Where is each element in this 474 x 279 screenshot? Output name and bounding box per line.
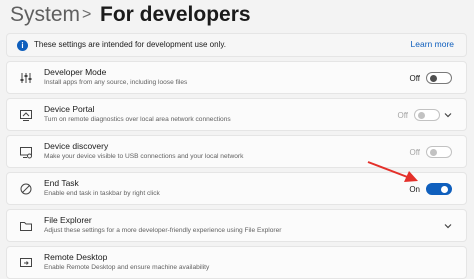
developer-mode-toggle[interactable] bbox=[426, 72, 452, 84]
toggle-state-label: Off bbox=[409, 73, 420, 83]
row-subtitle: Adjust these settings for a more develop… bbox=[44, 227, 282, 234]
file-explorer-row[interactable]: File Explorer Adjust these settings for … bbox=[6, 209, 467, 242]
info-icon: i bbox=[17, 40, 28, 51]
device-discovery-toggle[interactable] bbox=[426, 146, 452, 158]
header: System > For developers bbox=[0, 0, 474, 30]
breadcrumb-system[interactable]: System bbox=[10, 3, 80, 27]
row-title: Developer Mode bbox=[44, 67, 107, 77]
device-discovery-icon bbox=[20, 147, 32, 159]
chevron-down-icon[interactable] bbox=[442, 109, 454, 121]
row-subtitle: Turn on remote diagnostics over local ar… bbox=[44, 116, 231, 123]
breadcrumb-separator: > bbox=[82, 6, 92, 23]
row-title: End Task bbox=[44, 178, 79, 188]
toggle-knob bbox=[441, 186, 448, 193]
page-title: For developers bbox=[100, 3, 251, 26]
row-subtitle: Make your device visible to USB connecti… bbox=[44, 153, 244, 160]
toggle-knob bbox=[430, 149, 437, 156]
info-text: These settings are intended for developm… bbox=[34, 40, 226, 49]
developer-mode-toggle-group: Off bbox=[409, 72, 452, 84]
info-banner: i These settings are intended for develo… bbox=[6, 33, 467, 57]
remote-desktop-row[interactable]: Remote Desktop Enable Remote Desktop and… bbox=[6, 246, 467, 279]
device-portal-icon bbox=[20, 110, 32, 121]
end-task-toggle[interactable] bbox=[426, 183, 452, 195]
end-task-icon bbox=[20, 183, 32, 195]
developer-mode-icon bbox=[20, 73, 32, 83]
chevron-down-icon[interactable] bbox=[442, 220, 454, 232]
toggle-state-label: Off bbox=[409, 147, 420, 157]
toggle-knob bbox=[418, 112, 425, 119]
device-portal-toggle-group: Off bbox=[397, 109, 440, 121]
row-title: Remote Desktop bbox=[44, 252, 108, 262]
row-subtitle: Install apps from any source, including … bbox=[44, 79, 188, 86]
device-portal-row[interactable]: Device Portal Turn on remote diagnostics… bbox=[6, 98, 467, 131]
row-subtitle: Enable Remote Desktop and ensure machine… bbox=[44, 264, 210, 271]
remote-desktop-icon bbox=[20, 258, 32, 267]
row-subtitle: Enable end task in taskbar by right clic… bbox=[44, 190, 160, 197]
toggle-state-label: On bbox=[409, 184, 420, 194]
device-portal-toggle[interactable] bbox=[414, 109, 440, 121]
row-title: File Explorer bbox=[44, 215, 92, 225]
row-title: Device Portal bbox=[44, 104, 95, 114]
row-title: Device discovery bbox=[44, 141, 109, 151]
end-task-toggle-group: On bbox=[409, 183, 452, 195]
learn-more-link[interactable]: Learn more bbox=[411, 39, 454, 49]
toggle-state-label: Off bbox=[397, 110, 408, 120]
folder-icon bbox=[20, 222, 32, 231]
end-task-row: End Task Enable end task in taskbar by r… bbox=[6, 172, 467, 205]
toggle-knob bbox=[430, 75, 437, 82]
developer-mode-row: Developer Mode Install apps from any sou… bbox=[6, 61, 467, 94]
device-discovery-toggle-group: Off bbox=[409, 146, 452, 158]
device-discovery-row: Device discovery Make your device visibl… bbox=[6, 135, 467, 168]
